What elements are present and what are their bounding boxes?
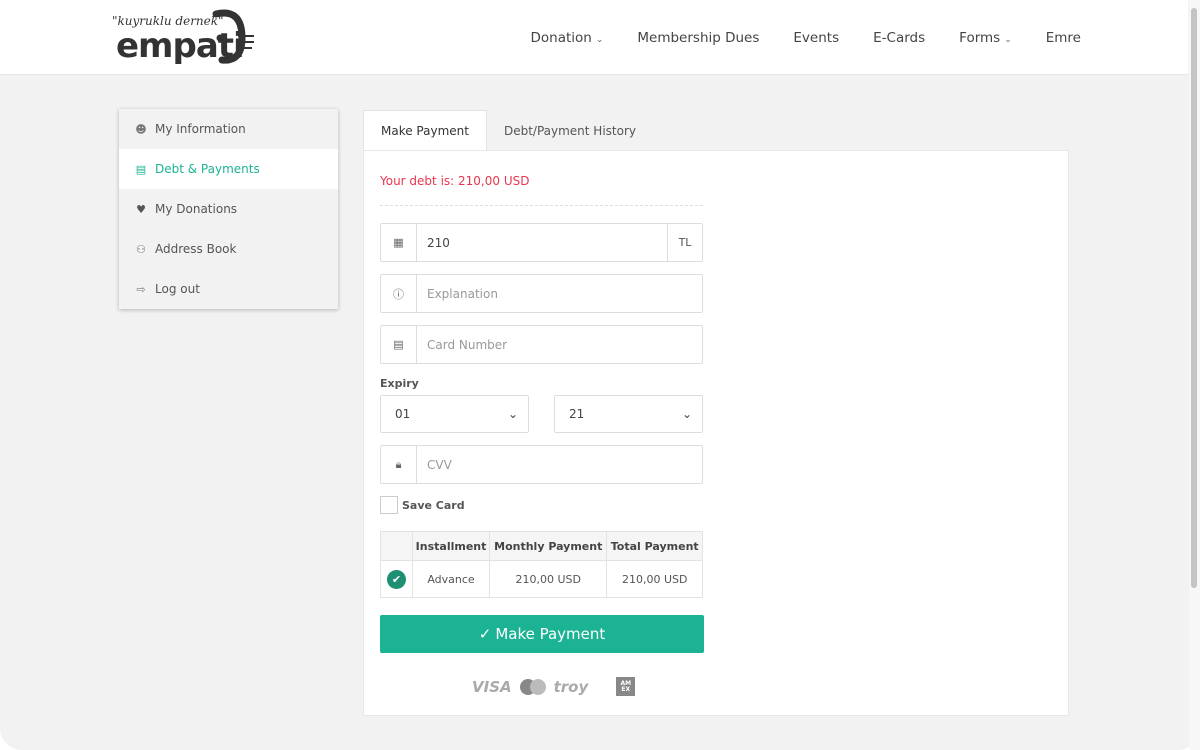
chevron-down-icon: ⌄	[595, 34, 604, 45]
make-payment-button[interactable]: ✓ Make Payment	[380, 615, 704, 653]
nav-label: Donation	[530, 29, 592, 46]
sidebar: ☻ My Information ▤ Debt & Payments ♥ My Don…	[119, 109, 338, 309]
nav-label: Forms	[959, 29, 1001, 46]
logo[interactable]: "kuyruklu dernek" empati	[110, 8, 260, 68]
sidebar-item-address-book[interactable]: ⚇ Address Book	[119, 229, 338, 269]
total-cell: 210,00 USD	[606, 560, 703, 598]
sidebar-item-my-donations[interactable]: ♥ My Donations	[119, 189, 338, 229]
sidebar-item-log-out[interactable]: ⇨ Log out	[119, 269, 338, 309]
money-icon: ▦	[381, 224, 417, 261]
sidebar-item-label: Log out	[155, 282, 200, 296]
sidebar-item-label: My Information	[155, 122, 246, 136]
nav-membership-dues[interactable]: Membership Dues	[637, 30, 759, 46]
sidebar-item-my-information[interactable]: ☻ My Information	[119, 109, 338, 149]
button-label: Make Payment	[495, 625, 606, 643]
cvv-field: 🔒︎	[380, 445, 703, 484]
expiry-month-select[interactable]: 01 ⌄	[380, 395, 529, 433]
save-card: Save Card	[380, 496, 465, 514]
amount-input[interactable]	[417, 224, 667, 261]
amount-field: ▦ TL	[380, 223, 703, 262]
check-icon: ✓	[478, 625, 492, 643]
mastercard-logo	[519, 678, 546, 695]
monthly-cell: 210,00 USD	[489, 560, 608, 598]
selected-value: 21	[569, 407, 585, 421]
explanation-field: ⓘ	[380, 274, 703, 313]
sidebar-item-label: Address Book	[155, 242, 237, 256]
card-icon: ▤	[135, 162, 147, 176]
page: "kuyruklu dernek" empati Donation ⌄ Membe…	[0, 0, 1200, 750]
installment-cell: Advance	[411, 560, 491, 598]
tab-debt-payment-history[interactable]: Debt/Payment History	[487, 110, 653, 151]
column-header	[380, 531, 413, 561]
table-row[interactable]: ✔ Advance 210,00 USD 210,00 USD	[380, 560, 703, 598]
visa-logo: VISA	[472, 677, 512, 696]
column-header: Installment	[411, 531, 491, 561]
main-nav: Donation ⌄ Membership Dues Events E-Cards…	[530, 0, 1081, 75]
installment-table: Installment Monthly Payment Total Paymen…	[380, 531, 703, 598]
heart-icon: ♥	[136, 202, 146, 216]
nav-donation[interactable]: Donation ⌄	[530, 30, 603, 46]
cvv-input[interactable]	[417, 446, 702, 483]
nav-e-cards[interactable]: E-Cards	[873, 30, 925, 46]
save-card-label: Save Card	[402, 498, 465, 512]
column-header: Monthly Payment	[489, 531, 608, 561]
table-header: Installment Monthly Payment Total Paymen…	[380, 531, 703, 561]
card-logos: VISA troy AM EX	[472, 677, 636, 696]
tab-make-payment[interactable]: Make Payment	[363, 110, 487, 151]
save-card-checkbox[interactable]	[380, 496, 398, 514]
user-icon: ☻	[135, 122, 147, 136]
card-number-field: ▤	[380, 325, 703, 364]
nav-user-emre[interactable]: Emre	[1046, 30, 1081, 46]
lock-icon: 🔒︎	[381, 446, 417, 483]
divider	[380, 205, 703, 206]
nav-events[interactable]: Events	[793, 30, 839, 46]
users-icon: ⚇	[136, 242, 146, 256]
chevron-down-icon: ⌄	[681, 407, 692, 421]
expiry-label: Expiry	[380, 377, 419, 390]
sidebar-item-debt-payments[interactable]: ▤ Debt & Payments	[119, 149, 338, 189]
info-icon: ⓘ	[381, 275, 417, 312]
debt-text: Your debt is: 210,00 USD	[380, 174, 530, 188]
card-icon: ▤	[381, 326, 417, 363]
logout-icon: ⇨	[136, 282, 146, 296]
troy-logo: troy	[553, 677, 589, 696]
expiry-year-select[interactable]: 21 ⌄	[554, 395, 703, 433]
sidebar-item-label: Debt & Payments	[155, 162, 260, 176]
selected-value: 01	[395, 407, 411, 421]
header: "kuyruklu dernek" empati Donation ⌄ Membe…	[0, 0, 1188, 75]
amex-logo: AM EX	[616, 677, 636, 696]
tabs: Make Payment Debt/Payment History	[363, 110, 653, 151]
scrollbar-thumb[interactable]	[1191, 8, 1197, 588]
explanation-input[interactable]	[417, 275, 702, 312]
nav-forms[interactable]: Forms ⌄	[959, 30, 1012, 46]
chevron-down-icon: ⌄	[1004, 34, 1012, 45]
sidebar-item-label: My Donations	[155, 202, 238, 216]
logo-tail-icon	[212, 9, 254, 64]
payment-panel: Your debt is: 210,00 USD ▦ TL ⓘ ▤ Expiry…	[363, 150, 1069, 716]
card-number-input[interactable]	[417, 326, 702, 363]
currency-label: TL	[667, 224, 702, 261]
chevron-down-icon: ⌄	[507, 407, 518, 421]
scrollbar[interactable]	[1189, 0, 1200, 750]
select-cell[interactable]: ✔	[380, 560, 413, 598]
column-header: Total Payment	[606, 531, 703, 561]
check-circle-icon: ✔	[387, 569, 406, 589]
